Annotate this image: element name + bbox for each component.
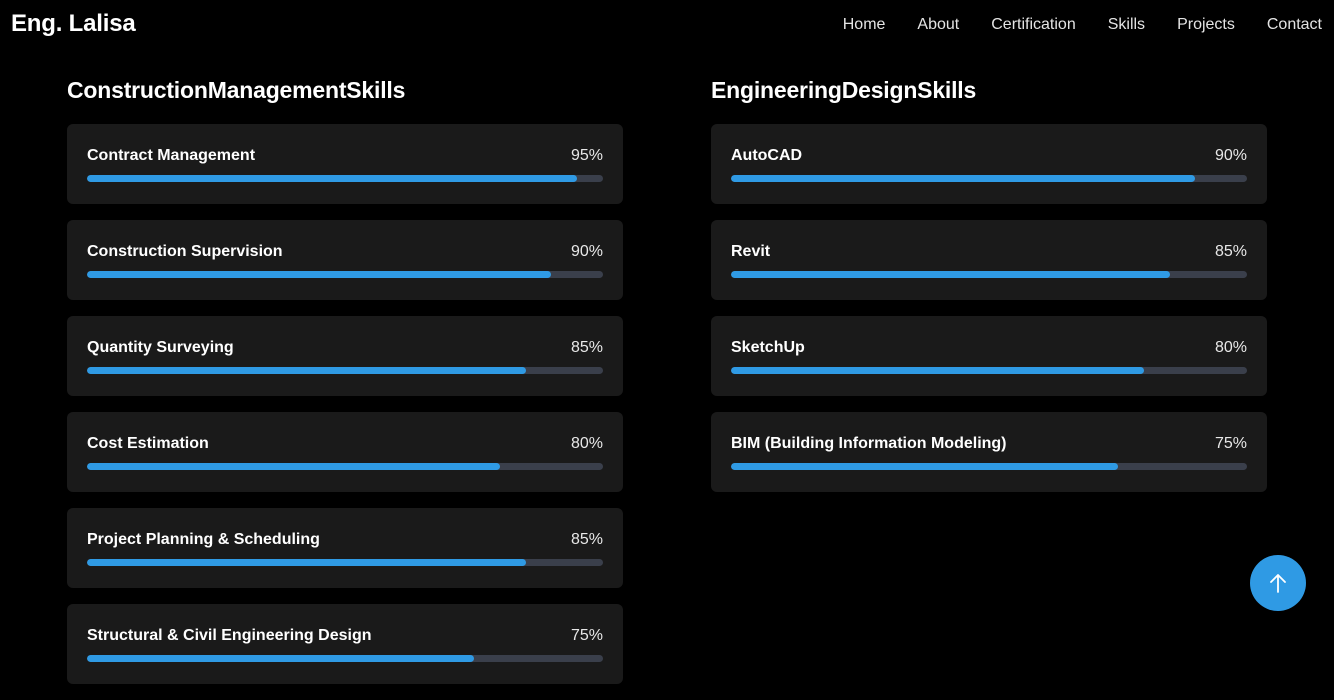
skill-percent: 75% [570, 627, 603, 644]
skill-card: Project Planning & Scheduling 85% [67, 508, 623, 588]
progress-track [87, 559, 603, 566]
skill-card: Contract Management 95% [67, 124, 623, 204]
progress-track [731, 175, 1247, 182]
progress-track [87, 655, 603, 662]
arrow-up-icon [1270, 574, 1286, 593]
skill-name: Project Planning & Scheduling [87, 531, 320, 548]
progress-fill [87, 463, 500, 470]
skill-name: SketchUp [731, 339, 805, 356]
progress-fill [87, 655, 474, 662]
skill-card: Quantity Surveying 85% [67, 316, 623, 396]
progress-track [87, 271, 603, 278]
brand-logo[interactable]: Eng. Lalisa [11, 10, 136, 38]
progress-fill [87, 367, 526, 374]
progress-fill [87, 175, 578, 182]
skill-percent: 85% [570, 531, 603, 548]
nav-link-skills[interactable]: Skills [1108, 16, 1145, 34]
skill-card: Revit 85% [711, 220, 1267, 300]
progress-fill [731, 175, 1196, 182]
progress-track [87, 463, 603, 470]
skill-name: Revit [731, 243, 771, 260]
skill-percent: 95% [570, 147, 603, 164]
navbar: Eng. Lalisa Home About Certification Ski… [0, 0, 1334, 50]
skill-percent: 80% [570, 435, 603, 452]
skill-percent: 90% [570, 243, 603, 260]
progress-fill [731, 463, 1118, 470]
construction-management-section: ConstructionManagementSkills Contract Ma… [67, 75, 623, 700]
skill-percent: 85% [1214, 243, 1247, 260]
progress-track [731, 463, 1247, 470]
progress-track [87, 175, 603, 182]
skill-name: Quantity Surveying [87, 339, 234, 356]
skill-card: Structural & Civil Engineering Design 75… [67, 604, 623, 684]
nav-link-home[interactable]: Home [843, 16, 886, 34]
skill-name: Contract Management [87, 147, 256, 164]
progress-fill [731, 367, 1144, 374]
skill-name: Structural & Civil Engineering Design [87, 627, 372, 644]
progress-track [731, 367, 1247, 374]
scroll-to-top-button[interactable] [1250, 555, 1306, 611]
skill-name: AutoCAD [731, 147, 803, 164]
progress-track [87, 367, 603, 374]
nav-link-certification[interactable]: Certification [991, 16, 1075, 34]
section-title: ConstructionManagementSkills [67, 77, 406, 103]
section-title: EngineeringDesignSkills [711, 77, 977, 103]
skill-name: BIM (Building Information Modeling) [731, 435, 1007, 452]
skill-card: BIM (Building Information Modeling) 75% [711, 412, 1267, 492]
skill-percent: 75% [1214, 435, 1247, 452]
skill-percent: 80% [1214, 339, 1247, 356]
progress-fill [87, 559, 526, 566]
skill-name: Cost Estimation [87, 435, 209, 452]
progress-fill [731, 271, 1170, 278]
skill-percent: 85% [570, 339, 603, 356]
skill-card: AutoCAD 90% [711, 124, 1267, 204]
progress-fill [87, 271, 552, 278]
nav-link-about[interactable]: About [917, 16, 959, 34]
skill-name: Construction Supervision [87, 243, 283, 260]
nav-menu: Home About Certification Skills Projects… [843, 16, 1322, 34]
nav-link-contact[interactable]: Contact [1267, 16, 1322, 34]
skill-card: Cost Estimation 80% [67, 412, 623, 492]
skill-card: Construction Supervision 90% [67, 220, 623, 300]
skill-card: SketchUp 80% [711, 316, 1267, 396]
skill-percent: 90% [1214, 147, 1247, 164]
engineering-design-section: EngineeringDesignSkills AutoCAD 90% Revi… [711, 75, 1267, 508]
nav-link-projects[interactable]: Projects [1177, 16, 1235, 34]
progress-track [731, 271, 1247, 278]
